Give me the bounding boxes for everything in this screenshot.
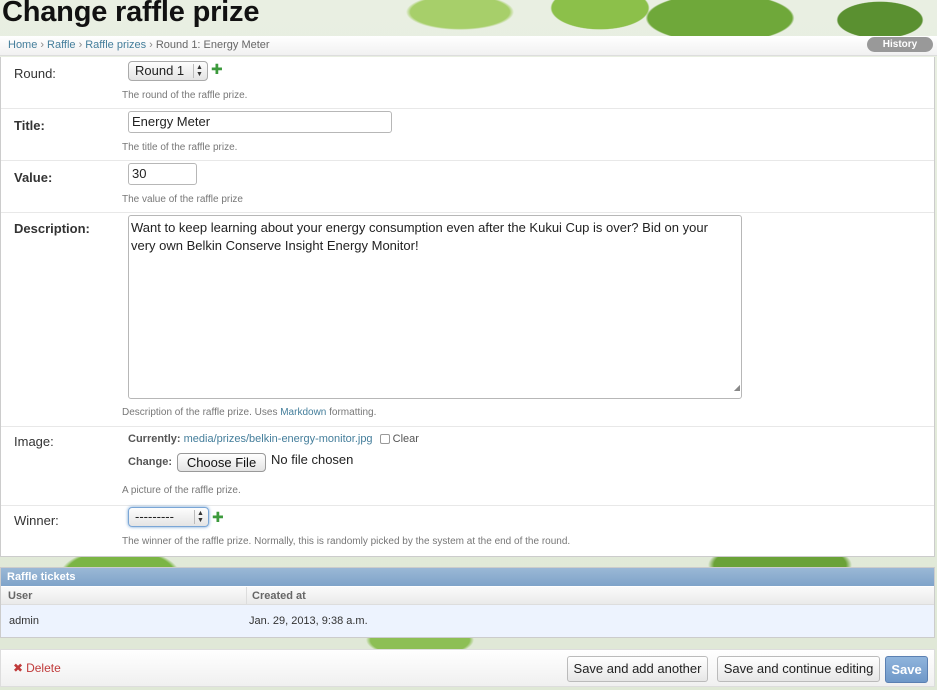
save-button[interactable]: Save xyxy=(885,656,928,683)
column-divider xyxy=(246,587,247,605)
current-file-link[interactable]: media/prizes/belkin-energy-monitor.jpg xyxy=(184,433,373,445)
choose-file-button[interactable]: Choose File xyxy=(177,453,266,472)
description-label: Description: xyxy=(14,221,90,236)
round-help: The round of the raffle prize. xyxy=(122,90,248,101)
value-row: Value: 30 The value of the raffle prize xyxy=(1,161,934,213)
breadcrumb-current: Round 1: Energy Meter xyxy=(155,39,270,51)
select-arrows-icon: ▲ ▼ xyxy=(194,510,206,524)
description-help-text: Description of the raffle prize. Uses xyxy=(122,407,281,418)
save-and-continue-button[interactable]: Save and continue editing xyxy=(717,656,880,682)
inline-header-row: User Created at xyxy=(1,587,934,605)
description-line-2: very own Belkin Conserve Insight Energy … xyxy=(131,238,419,253)
round-label: Round: xyxy=(14,66,56,81)
value-input[interactable]: 30 xyxy=(128,163,197,185)
winner-select-value: --------- xyxy=(135,509,174,524)
column-header-created-at: Created at xyxy=(252,590,306,602)
winner-label: Winner: xyxy=(14,513,59,528)
resize-grip-icon[interactable]: ◢ xyxy=(734,379,740,397)
image-label: Image: xyxy=(14,434,54,449)
round-select-value: Round 1 xyxy=(135,63,185,78)
change-label-wrap: Change: xyxy=(128,456,172,468)
ticket-created-at: Jan. 29, 2013, 9:38 a.m. xyxy=(249,615,368,627)
value-help: The value of the raffle prize xyxy=(122,194,243,205)
inline-title: Raffle tickets xyxy=(1,568,934,586)
round-select[interactable]: Round 1 ▲ ▼ xyxy=(128,61,208,81)
column-header-user: User xyxy=(8,590,33,602)
description-line-1: Want to keep learning about your energy … xyxy=(131,220,708,235)
change-form: Round: Round 1 ▲ ▼ ✚ The round of the raf… xyxy=(0,57,935,557)
ticket-user: admin xyxy=(9,615,39,627)
image-currently: Currently: media/prizes/belkin-energy-mo… xyxy=(128,433,419,445)
select-arrows-icon: ▲ ▼ xyxy=(193,64,205,78)
winner-row: Winner: --------- ▲ ▼ ✚ The winner of the… xyxy=(1,506,934,557)
breadcrumb-separator: › xyxy=(40,39,45,51)
no-file-text: No file chosen xyxy=(271,452,354,467)
title-input[interactable]: Energy Meter xyxy=(128,111,392,133)
image-help: A picture of the raffle prize. xyxy=(122,485,241,496)
breadcrumb-raffle[interactable]: Raffle xyxy=(47,39,76,51)
delete-label: Delete xyxy=(26,661,61,675)
table-row: admin Jan. 29, 2013, 9:38 a.m. xyxy=(1,605,934,637)
save-and-add-another-button[interactable]: Save and add another xyxy=(567,656,708,682)
page-title: Change raffle prize xyxy=(2,0,260,28)
delete-link[interactable]: ✖ Delete xyxy=(13,661,61,675)
clear-checkbox[interactable] xyxy=(379,434,390,445)
description-help-suffix: formatting. xyxy=(326,407,377,418)
delete-icon: ✖ xyxy=(13,661,24,675)
add-winner-icon[interactable]: ✚ xyxy=(212,509,224,526)
clear-label: Clear xyxy=(392,433,419,445)
breadcrumb-raffle-prizes[interactable]: Raffle prizes xyxy=(85,39,146,51)
currently-label: Currently: xyxy=(128,433,181,445)
breadcrumb: Home › Raffle › Raffle prizes › Round 1: Energ… xyxy=(0,36,937,56)
description-help: Description of the raffle prize. Uses Ma… xyxy=(122,407,376,418)
breadcrumb-separator: › xyxy=(78,39,83,51)
description-textarea[interactable]: Want to keep learning about your energy … xyxy=(128,215,742,399)
title-help: The title of the raffle prize. xyxy=(122,142,238,153)
round-row: Round: Round 1 ▲ ▼ ✚ The round of the raf… xyxy=(1,57,934,109)
title-row: Title: Energy Meter The title of the raf… xyxy=(1,109,934,161)
title-label: Title: xyxy=(14,118,45,133)
change-label: Change: xyxy=(128,456,172,468)
add-round-icon[interactable]: ✚ xyxy=(211,61,223,78)
raffle-tickets-inline: Raffle tickets User Created at admin Jan… xyxy=(0,567,935,638)
breadcrumb-separator: › xyxy=(149,39,153,51)
submit-row: ✖ Delete Save and add another Save and co… xyxy=(0,649,935,687)
winner-help: The winner of the raffle prize. Normally… xyxy=(122,536,571,547)
value-label: Value: xyxy=(14,170,53,185)
winner-select[interactable]: --------- ▲ ▼ xyxy=(128,507,209,527)
breadcrumb-home[interactable]: Home xyxy=(8,39,37,51)
history-button[interactable]: History xyxy=(867,37,933,52)
markdown-link[interactable]: Markdown xyxy=(280,407,326,418)
